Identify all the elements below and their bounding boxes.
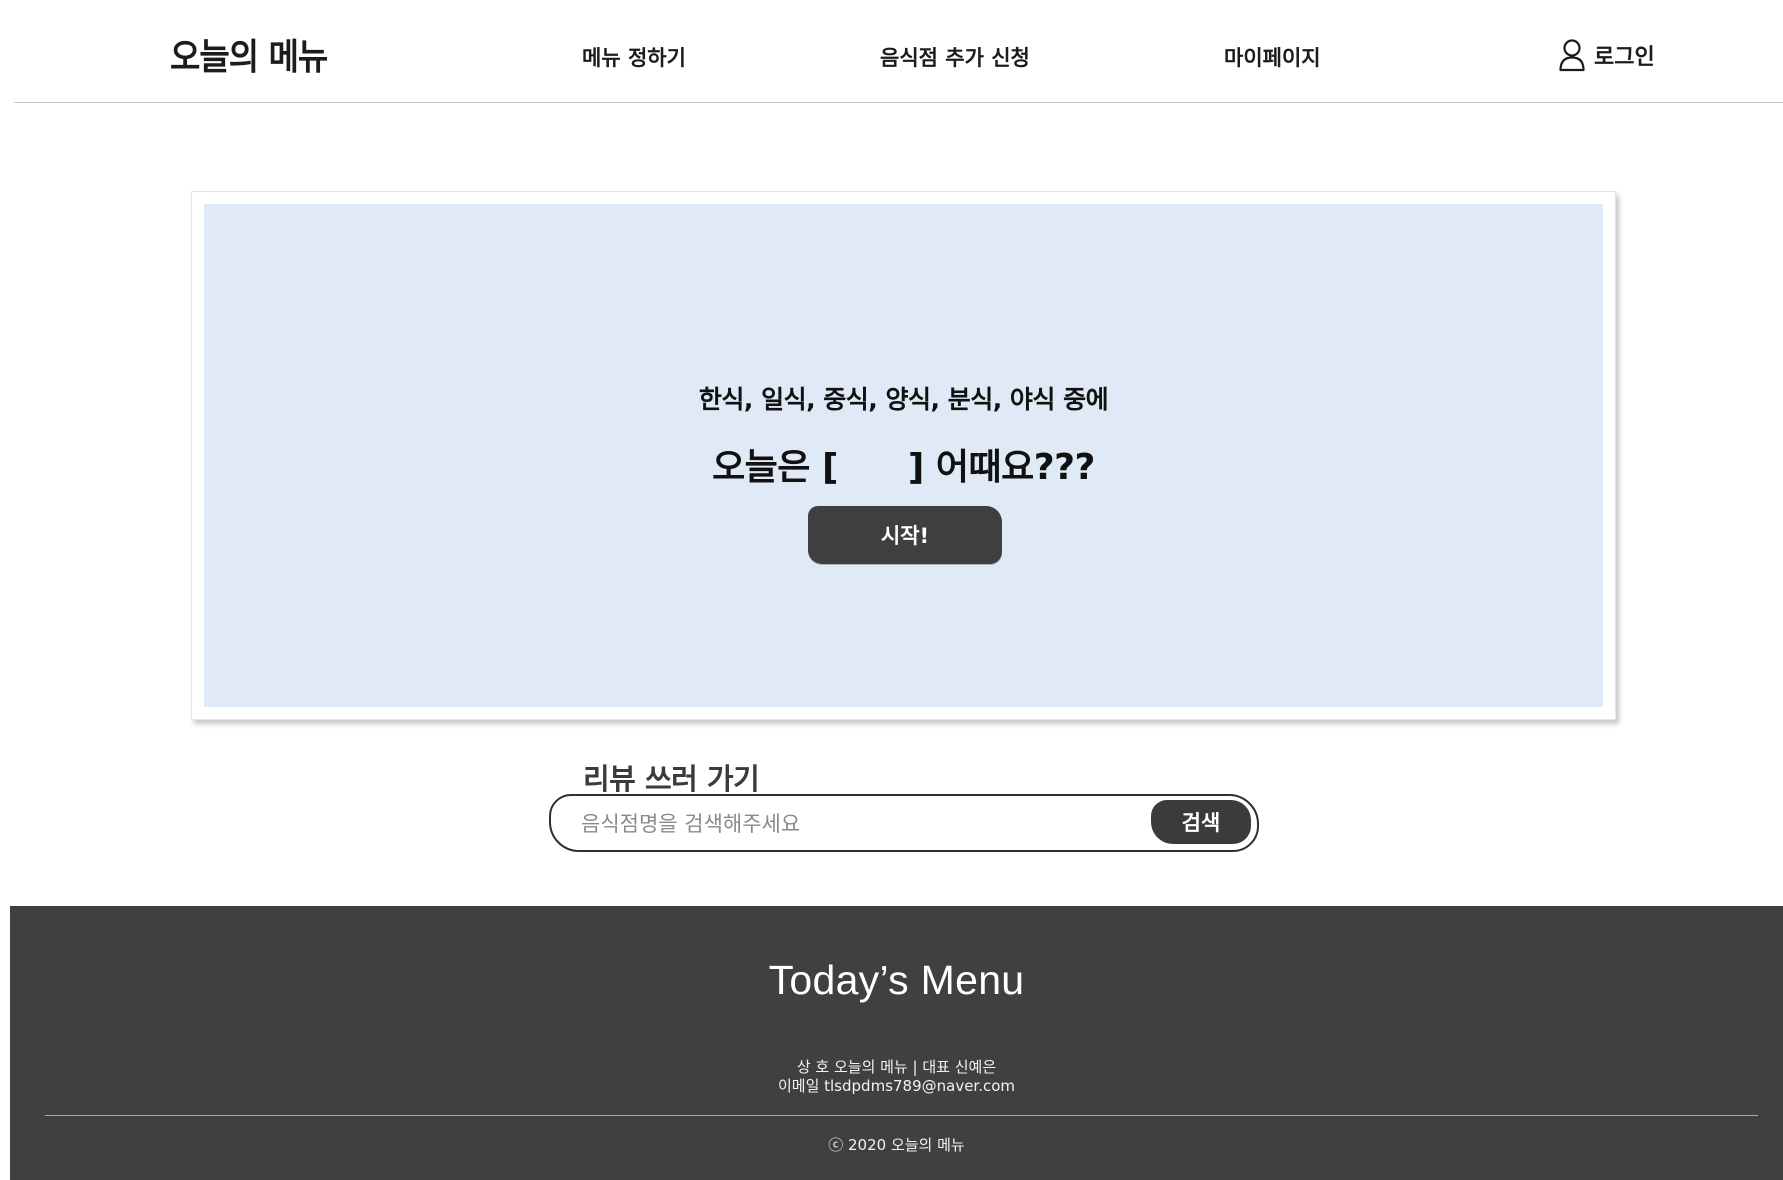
hero-title-suffix: ] 어때요??? <box>907 447 1096 488</box>
footer-company-line: 상 호 오늘의 메뉴 | 대표 신예은 <box>796 1058 997 1076</box>
header-divider <box>14 102 1783 103</box>
nav-item-restaurant-request[interactable]: 음식점 추가 신청 <box>880 42 1030 72</box>
footer-company-info: 상 호 오늘의 메뉴 | 대표 신예은 이메일 tlsdpdms789@nave… <box>10 1058 1783 1096</box>
search-button[interactable]: 검색 <box>1151 800 1251 844</box>
footer-brand: Today’s Menu <box>768 957 1025 1003</box>
hero-panel: 한식, 일식, 중식, 양식, 분식, 야식 중에 오늘은 [] 어때요??? … <box>204 204 1603 707</box>
nav-item-mypage[interactable]: 마이페이지 <box>1224 42 1321 72</box>
restaurant-search-input[interactable] <box>579 806 1123 842</box>
restaurant-search-box: 검색 <box>549 794 1259 852</box>
footer-copyright: ⓒ 2020 오늘의 메뉴 <box>828 1136 965 1154</box>
footer-email-line: 이메일 tlsdpdms789@naver.com <box>777 1077 1016 1095</box>
login-label: 로그인 <box>1594 45 1655 70</box>
hero-title: 오늘은 [ ] 어때요??? <box>204 438 1603 490</box>
site-footer: Today’s Menu 상 호 오늘의 메뉴 | 대표 신예은 이메일 tls… <box>10 906 1783 1180</box>
login-button[interactable]: 로그인 <box>1558 38 1655 72</box>
hero-card: 한식, 일식, 중식, 양식, 분식, 야식 중에 오늘은 [] 어때요??? … <box>191 191 1616 720</box>
site-logo[interactable]: 오늘의 메뉴 <box>170 28 328 80</box>
hero-title-prefix: 오늘은 [ <box>712 447 838 488</box>
start-button[interactable]: 시작! <box>808 506 1002 564</box>
site-header: 오늘의 메뉴 메뉴 정하기 음식점 추가 신청 마이페이지 로그인 <box>0 0 1783 103</box>
footer-divider <box>45 1115 1758 1116</box>
user-icon <box>1558 38 1586 72</box>
nav-item-menu-pick[interactable]: 메뉴 정하기 <box>582 42 686 72</box>
hero-subtitle: 한식, 일식, 중식, 양식, 분식, 야식 중에 <box>698 385 1109 414</box>
review-section-title: 리뷰 쓰러 가기 <box>583 762 760 796</box>
